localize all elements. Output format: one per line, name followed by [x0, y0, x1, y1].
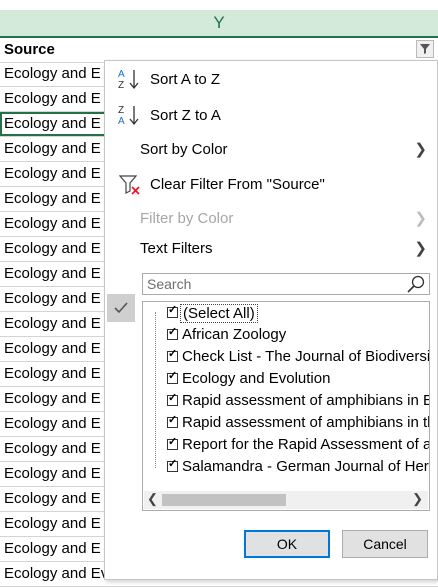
- menu-label: Sort Z to A: [150, 107, 221, 124]
- active-cell-outline: [0, 112, 106, 136]
- checkbox[interactable]: [167, 303, 178, 318]
- sort-descending-icon: Z A: [118, 105, 139, 127]
- scroll-right-icon[interactable]: ❯: [412, 491, 423, 507]
- menu-label: Clear Filter From "Source": [150, 176, 325, 193]
- cell-value: Ecology and E: [4, 165, 101, 182]
- cell-value: Ecology and E: [4, 340, 101, 357]
- cell-value: Ecology and E: [4, 215, 101, 232]
- menu-label: Sort A to Z: [150, 71, 221, 88]
- checkbox[interactable]: [167, 369, 178, 384]
- svg-text:Z: Z: [118, 105, 124, 116]
- menu-label: Text Filters: [140, 240, 213, 257]
- scrollbar-thumb[interactable]: [162, 494, 286, 506]
- checkbox[interactable]: [167, 457, 178, 472]
- cell-value: Ecology and E: [4, 515, 101, 532]
- checkbox[interactable]: [167, 413, 178, 428]
- horizontal-scrollbar[interactable]: ❮ ❯: [144, 491, 428, 509]
- checkbox[interactable]: [167, 435, 178, 450]
- cell-value: Ecology and E: [4, 265, 101, 282]
- search-input[interactable]: Search: [142, 273, 430, 295]
- sort-ascending-icon: A Z: [118, 69, 139, 91]
- search-placeholder: Search: [147, 276, 192, 292]
- item-label: Ecology and Evolution: [182, 370, 331, 387]
- list-item[interactable]: African Zoology: [143, 325, 429, 347]
- ok-button[interactable]: OK: [244, 530, 330, 558]
- menu-sort-a-to-z[interactable]: A Z Sort A to Z: [105, 64, 437, 94]
- svg-text:A: A: [118, 116, 125, 127]
- column-header-bar: Y: [0, 0, 438, 38]
- scroll-left-icon[interactable]: ❮: [147, 491, 158, 507]
- filter-icon: [420, 44, 430, 54]
- cell-value: Ecology and E: [4, 315, 101, 332]
- item-label: Rapid assessment of amphibians in B: [182, 392, 430, 409]
- checkbox[interactable]: [167, 391, 178, 406]
- autofilter-menu: A Z Sort A to Z Z A Sort Z to A Sort by …: [104, 60, 438, 580]
- list-item[interactable]: Ecology and Evolution: [143, 369, 429, 391]
- chevron-right-icon: ❯: [414, 210, 427, 227]
- cell-value: Ecology and E: [4, 540, 101, 557]
- cell-value: Ecology and E: [4, 490, 101, 507]
- list-item[interactable]: Report for the Rapid Assessment of a: [143, 435, 430, 457]
- cell-value: Ecology and E: [4, 90, 101, 107]
- list-item[interactable]: (Select All): [143, 303, 429, 325]
- item-label: Salamandra - German Journal of Herp: [182, 458, 430, 475]
- search-icon: [407, 275, 425, 293]
- menu-filter-by-color: Filter by Color ❯: [105, 203, 437, 233]
- check-mark-icon: [107, 294, 135, 322]
- svg-text:Z: Z: [118, 80, 124, 91]
- cell-value: Ecology and E: [4, 290, 101, 307]
- chevron-right-icon: ❯: [414, 141, 427, 158]
- checkbox[interactable]: [167, 325, 178, 340]
- item-label: Report for the Rapid Assessment of a: [182, 436, 430, 453]
- header-cell-source: Source: [4, 41, 55, 58]
- cell-value: Ecology and E: [4, 440, 101, 457]
- checkbox[interactable]: [167, 347, 178, 362]
- header-top-strip: [0, 0, 438, 10]
- list-item[interactable]: Check List - The Journal of Biodiversit: [143, 347, 430, 369]
- cell-value: Ecology and E: [4, 240, 101, 257]
- cell-value: Ecology and E: [4, 415, 101, 432]
- list-item[interactable]: Salamandra - German Journal of Herp: [143, 457, 430, 479]
- filter-dropdown-button[interactable]: [416, 40, 434, 58]
- item-label: Check List - The Journal of Biodiversit: [182, 348, 430, 365]
- cell-value: Ecology and E: [4, 140, 101, 157]
- cell-value: Ecology and E: [4, 465, 101, 482]
- menu-clear-filter[interactable]: Clear Filter From "Source": [105, 169, 437, 199]
- chevron-right-icon: ❯: [414, 240, 427, 257]
- list-item[interactable]: Rapid assessment of amphibians in B: [143, 391, 430, 413]
- list-item[interactable]: Rapid assessment of amphibians in th: [143, 413, 430, 435]
- cancel-button[interactable]: Cancel: [342, 530, 428, 558]
- menu-text-filters[interactable]: Text Filters ❯: [105, 233, 437, 263]
- cell-value: Ecology and E: [4, 365, 101, 382]
- item-label: (Select All): [180, 304, 258, 323]
- menu-sort-z-to-a[interactable]: Z A Sort Z to A: [105, 100, 437, 130]
- cell-value: Ecology and E: [4, 65, 101, 82]
- column-header-y[interactable]: Y: [0, 10, 438, 38]
- filter-values-list[interactable]: (Select All) African Zoology Check List …: [142, 301, 430, 511]
- cell-value: Ecology and E: [4, 190, 101, 207]
- svg-text:A: A: [118, 69, 125, 80]
- item-label: African Zoology: [182, 326, 287, 343]
- menu-label: Sort by Color: [140, 141, 228, 158]
- menu-label: Filter by Color: [140, 210, 234, 227]
- cell-value: Ecology and E: [4, 390, 101, 407]
- clear-filter-icon: [118, 175, 140, 195]
- item-label: Rapid assessment of amphibians in th: [182, 414, 430, 431]
- menu-sort-by-color[interactable]: Sort by Color ❯: [105, 134, 437, 164]
